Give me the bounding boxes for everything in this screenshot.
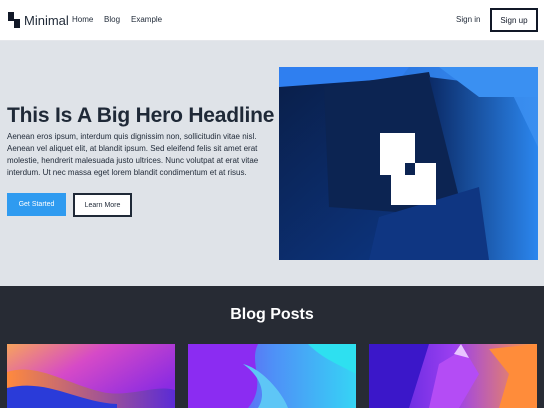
blog-heading: Blog Posts (230, 306, 314, 323)
hero-image (279, 67, 538, 260)
hero-headline: This Is A Big Hero Headline (7, 104, 275, 127)
blog-card-image-3[interactable] (369, 344, 537, 408)
nav-example[interactable]: Example (131, 15, 162, 24)
learn-more-button[interactable]: Learn More (73, 193, 132, 217)
blog-card-image-2[interactable] (188, 344, 356, 408)
hero-description: Aenean eros ipsum, interdum quis digniss… (7, 132, 259, 177)
sign-in-link[interactable]: Sign in (456, 15, 480, 24)
nav-blog[interactable]: Blog (104, 15, 120, 24)
sign-up-button[interactable]: Sign up (490, 8, 538, 32)
brand-name[interactable]: Minimal (24, 13, 69, 28)
blog-section: Blog Posts (0, 286, 544, 408)
logo-icon[interactable] (8, 12, 20, 28)
blog-card-image-1[interactable] (7, 344, 175, 408)
site-header: Minimal Home Blog Example Sign in Sign u… (0, 0, 544, 41)
get-started-button[interactable]: Get Started (7, 193, 66, 216)
hero-section: This Is A Big Hero Headline Aenean eros … (0, 41, 544, 286)
nav-home[interactable]: Home (72, 15, 93, 24)
